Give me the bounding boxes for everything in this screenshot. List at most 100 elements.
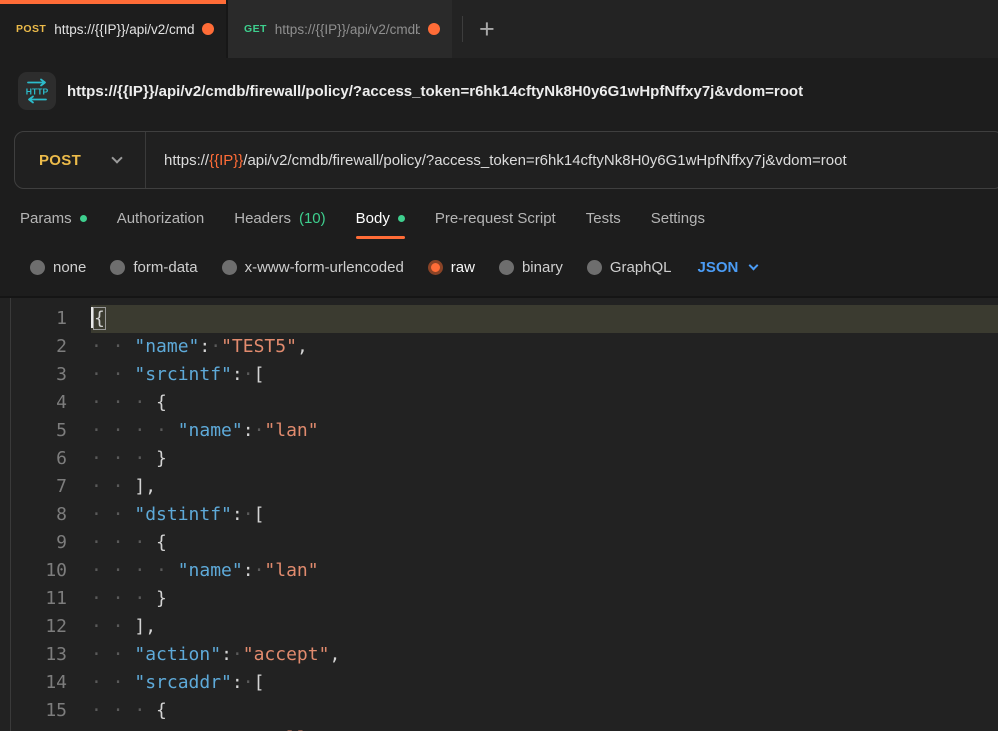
body-type-radios: none form-data x-www-form-urlencoded raw bin… <box>30 259 672 276</box>
line-number: 5 <box>56 420 67 441</box>
line-number: 9 <box>56 532 67 553</box>
code-line-content: · · · } <box>91 448 167 469</box>
request-tab-get[interactable]: GET https://{{IP}}/api/v2/cmdb <box>226 0 452 58</box>
code-line[interactable]: 15 · · · { <box>11 697 998 725</box>
code-line-content: · · · · "name":·"all" <box>91 725 998 731</box>
line-number: 12 <box>45 616 67 637</box>
code-line[interactable]: 13 · · "action":·"accept", <box>11 641 998 669</box>
green-dot <box>397 215 405 222</box>
tab-tests[interactable]: Tests <box>586 197 621 240</box>
body-type-x-www-form-urlencoded[interactable]: x-www-form-urlencoded <box>221 258 404 276</box>
code-line-content: · · "name":·"TEST5", <box>91 336 308 357</box>
line-number: 15 <box>45 700 67 721</box>
environment-variable: {{IP}} <box>209 151 244 169</box>
tab-divider <box>462 16 463 42</box>
body-editor[interactable]: 1{2 · · "name":·"TEST5", 3 · · "srcintf":·[… <box>0 296 998 731</box>
request-url-bar: POST https://{{IP}}/api/v2/cmdb/firewall… <box>14 131 998 189</box>
tab-headers[interactable]: Headers (10) <box>234 197 325 240</box>
code-line[interactable]: 16· · · · "name":·"all" <box>11 725 998 731</box>
radio-icon <box>30 259 45 275</box>
code-line[interactable]: 8 · · "dstintf":·[ <box>11 501 998 529</box>
code-line[interactable]: 7 · · ], <box>11 473 998 501</box>
radio-icon <box>427 259 443 275</box>
line-number: 3 <box>56 364 67 385</box>
line-number: 2 <box>56 336 67 357</box>
body-type-form-data[interactable]: form-data <box>110 258 198 276</box>
method-badge: POST <box>16 23 47 35</box>
line-number: 4 <box>56 392 67 413</box>
code-line-content: · · "dstintf":·[ <box>91 504 265 525</box>
radio-icon <box>586 259 602 275</box>
language-select[interactable]: JSON <box>698 259 759 276</box>
line-number: 10 <box>45 560 67 581</box>
code-line[interactable]: 12 · · ], <box>11 613 998 641</box>
http-request-icon: HTTP <box>18 72 56 110</box>
request-tab-post[interactable]: POST https://{{IP}}/api/v2/cmdb/firewall… <box>0 0 226 58</box>
code-line[interactable]: 3 · · "srcintf":·[ <box>11 361 998 389</box>
line-number: 6 <box>56 448 67 469</box>
line-number: 16 <box>11 725 91 731</box>
body-type-binary[interactable]: binary <box>498 258 563 276</box>
tab-params[interactable]: Params <box>20 197 87 240</box>
radio-icon <box>110 259 126 275</box>
svg-text:HTTP: HTTP <box>26 87 49 97</box>
request-tabbar: POST https://{{IP}}/api/v2/cmdb/firewall… <box>0 0 998 58</box>
body-type-raw[interactable]: raw <box>427 258 475 276</box>
code-line[interactable]: 6 · · · } <box>11 445 998 473</box>
radio-label: form-data <box>133 258 198 276</box>
chevron-down-icon <box>748 260 759 271</box>
code-line-content: · · "action":·"accept", <box>91 644 341 665</box>
code-line-content: · · · { <box>91 700 167 721</box>
unsaved-indicator-dot <box>202 23 214 35</box>
code-line-content: · · · } <box>91 588 167 609</box>
line-number: 1 <box>56 308 67 329</box>
tab-url-label: https://{{IP}}/api/v2/cmdb <box>274 21 420 37</box>
radio-label: binary <box>521 258 563 276</box>
method-badge: GET <box>244 23 267 35</box>
code-line[interactable]: 10 · · · · "name":·"lan" <box>11 557 998 585</box>
radio-icon <box>498 259 514 275</box>
request-title-row: HTTP https://{{IP}}/api/v2/cmdb/firewall… <box>18 71 988 111</box>
new-tab-button[interactable]: + <box>479 15 495 43</box>
body-type-row: none form-data x-www-form-urlencoded raw bin… <box>0 245 998 289</box>
tab-url-label: https://{{IP}}/api/v2/cmdb/firewall/poli… <box>54 21 194 37</box>
code-line-content: · · ], <box>91 476 157 497</box>
code-line[interactable]: 2 · · "name":·"TEST5", <box>11 333 998 361</box>
code-line[interactable]: 1{ <box>11 305 998 333</box>
request-title-url: https://{{IP}}/api/v2/cmdb/firewall/poli… <box>67 82 804 100</box>
unsaved-indicator-dot <box>428 23 440 35</box>
code-line[interactable]: 14 · · "srcaddr":·[ <box>11 669 998 697</box>
tab-body[interactable]: Body <box>355 197 406 240</box>
url-input[interactable]: https://{{IP}}/api/v2/cmdb/firewall/poli… <box>146 152 998 169</box>
headers-count: (10) <box>298 210 326 227</box>
body-type-graphql[interactable]: GraphQL <box>586 258 672 276</box>
code-line-content: · · ], <box>91 616 157 637</box>
chevron-down-icon <box>111 152 123 164</box>
tab-settings[interactable]: Settings <box>651 197 705 240</box>
line-number: 14 <box>45 672 67 693</box>
code-line[interactable]: 11 · · · } <box>11 585 998 613</box>
text-cursor <box>91 307 93 328</box>
radio-icon <box>221 259 237 275</box>
radio-label: GraphQL <box>609 258 672 276</box>
code-line-content: · · "srcintf":·[ <box>91 364 265 385</box>
code-line-content: · · · · "name":·"lan" <box>91 420 319 441</box>
code-line[interactable]: 4 · · · { <box>11 389 998 417</box>
code-editor: 1{2 · · "name":·"TEST5", 3 · · "srcintf":·[… <box>10 298 998 731</box>
code-line-content: · · · { <box>91 392 167 413</box>
line-number: 13 <box>45 644 67 665</box>
method-dropdown-label: POST <box>39 151 82 169</box>
method-dropdown[interactable]: POST <box>15 132 145 188</box>
tab-pre-request-script[interactable]: Pre-request Script <box>435 197 556 240</box>
radio-label: raw <box>450 258 475 276</box>
line-number: 8 <box>56 504 67 525</box>
code-line-content: { <box>91 305 998 333</box>
radio-label: none <box>53 258 87 276</box>
line-number: 11 <box>45 588 67 609</box>
body-type-none[interactable]: none <box>30 259 86 276</box>
line-number: 7 <box>56 476 67 497</box>
code-line[interactable]: 5 · · · · "name":·"lan" <box>11 417 998 445</box>
radio-label: x-www-form-urlencoded <box>244 258 404 276</box>
code-line[interactable]: 9 · · · { <box>11 529 998 557</box>
tab-authorization[interactable]: Authorization <box>117 197 205 240</box>
